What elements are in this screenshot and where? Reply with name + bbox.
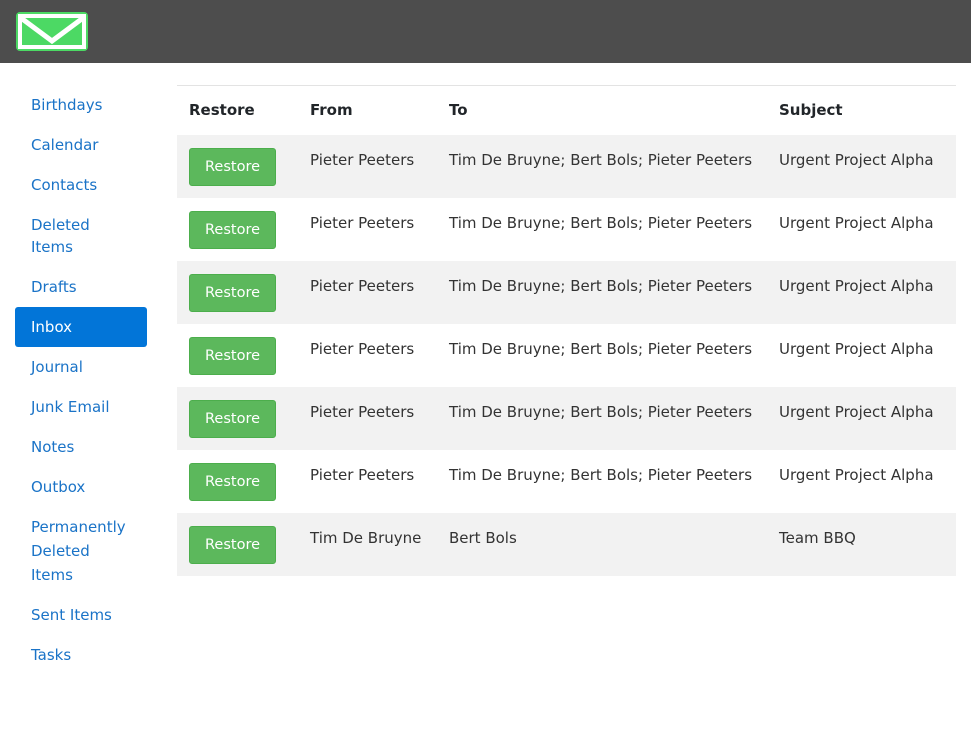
restore-button[interactable]: Restore: [189, 525, 276, 564]
from-cell: Pieter Peeters: [298, 386, 437, 450]
to-cell: Tim De Bruyne; Bert Bols; Pieter Peeters: [437, 386, 767, 450]
restore-button[interactable]: Restore: [189, 399, 276, 438]
table-row: Restore Tim De Bruyne Bert Bols Team BBQ: [177, 512, 956, 576]
sidebar-item-deleted-items[interactable]: Deleted Items: [15, 205, 147, 267]
restore-button[interactable]: Restore: [189, 273, 276, 312]
sidebar-item-notes[interactable]: Notes: [15, 427, 147, 467]
sidebar-item-sent-items[interactable]: Sent Items: [15, 595, 147, 635]
table-header-row: Restore From To Subject: [177, 86, 956, 135]
table-row: Restore Pieter Peeters Tim De Bruyne; Be…: [177, 134, 956, 198]
mail-table: Restore From To Subject Restore Pieter P…: [177, 85, 956, 576]
column-header-subject: Subject: [779, 101, 843, 120]
from-cell: Pieter Peeters: [310, 339, 415, 358]
to-cell: Tim De Bruyne; Bert Bols; Pieter Peeters: [437, 260, 767, 324]
table-row: Restore Pieter Peeters Tim De Bruyne; Be…: [177, 324, 956, 387]
table-row: Restore Pieter Peeters Tim De Bruyne; Be…: [177, 260, 956, 324]
sidebar-item-inbox[interactable]: Inbox: [15, 307, 147, 347]
from-cell: Pieter Peeters: [310, 465, 415, 484]
subject-cell: Urgent Project Alpha: [779, 339, 934, 358]
subject-cell: Urgent Project Alpha: [767, 134, 956, 198]
from-cell: Pieter Peeters: [298, 134, 437, 198]
column-header-from: From: [310, 101, 353, 120]
sidebar-item-calendar[interactable]: Calendar: [15, 125, 147, 165]
subject-cell: Urgent Project Alpha: [767, 386, 956, 450]
column-header-to: To: [449, 101, 468, 120]
table-row: Restore Pieter Peeters Tim De Bruyne; Be…: [177, 386, 956, 450]
sidebar-item-junk-email[interactable]: Junk Email: [15, 387, 147, 427]
to-cell: Bert Bols: [437, 512, 767, 576]
sidebar-item-outbox[interactable]: Outbox: [15, 467, 147, 507]
sidebar-item-permanently-deleted-items[interactable]: Permanently Deleted Items: [15, 507, 147, 595]
table-row: Restore Pieter Peeters Tim De Bruyne; Be…: [177, 450, 956, 513]
sidebar-item-journal[interactable]: Journal: [15, 347, 147, 387]
to-cell: Tim De Bruyne; Bert Bols; Pieter Peeters: [449, 339, 753, 358]
column-header-restore: Restore: [189, 101, 255, 120]
top-bar: [0, 0, 971, 63]
from-cell: Pieter Peeters: [310, 213, 415, 232]
table-row: Restore Pieter Peeters Tim De Bruyne; Be…: [177, 198, 956, 261]
to-cell: Tim De Bruyne; Bert Bols; Pieter Peeters: [437, 134, 767, 198]
mail-envelope-icon[interactable]: [16, 12, 88, 51]
subject-cell: Urgent Project Alpha: [779, 465, 934, 484]
subject-cell: Team BBQ: [767, 512, 956, 576]
sidebar-item-contacts[interactable]: Contacts: [15, 165, 147, 205]
to-cell: Tim De Bruyne; Bert Bols; Pieter Peeters: [449, 465, 753, 484]
subject-cell: Urgent Project Alpha: [779, 213, 934, 232]
restore-button[interactable]: Restore: [189, 462, 276, 501]
from-cell: Tim De Bruyne: [298, 512, 437, 576]
from-cell: Pieter Peeters: [298, 260, 437, 324]
to-cell: Tim De Bruyne; Bert Bols; Pieter Peeters: [449, 213, 753, 232]
mail-list: Restore From To Subject Restore Pieter P…: [177, 85, 956, 576]
restore-button[interactable]: Restore: [189, 210, 276, 249]
subject-cell: Urgent Project Alpha: [767, 260, 956, 324]
sidebar-item-drafts[interactable]: Drafts: [15, 267, 147, 307]
sidebar-item-tasks[interactable]: Tasks: [15, 635, 147, 675]
restore-button[interactable]: Restore: [189, 336, 276, 375]
restore-button[interactable]: Restore: [189, 147, 276, 186]
folder-sidebar: Birthdays Calendar Contacts Deleted Item…: [15, 85, 147, 675]
sidebar-item-birthdays[interactable]: Birthdays: [15, 85, 147, 125]
